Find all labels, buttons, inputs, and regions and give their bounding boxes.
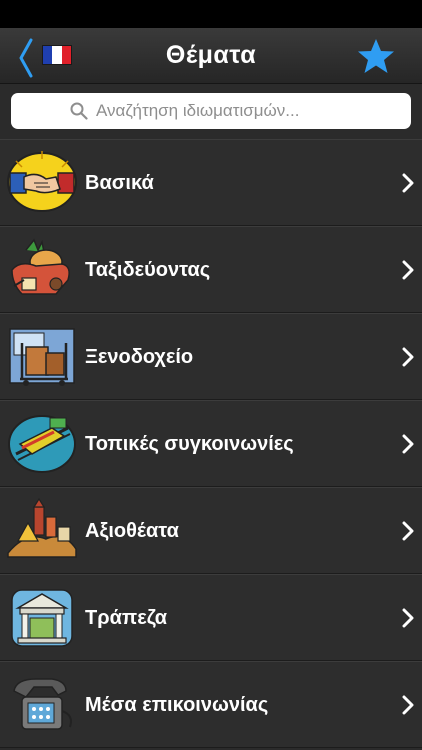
topic-label: Ξενοδοχείο — [85, 346, 194, 368]
chevron-right-icon — [402, 434, 414, 454]
topic-row-sights[interactable]: Αξιοθέατα — [0, 487, 422, 574]
topic-label: Τοπικές συγκοινωνίες — [85, 433, 294, 455]
topic-label: Τράπεζα — [85, 607, 168, 629]
search-input[interactable] — [96, 101, 352, 121]
bank-icon — [11, 589, 73, 647]
topic-label: Βασικά — [85, 172, 154, 194]
search-field[interactable] — [11, 93, 411, 129]
topics-list: Βασικά Ταξιδεύοντας Ξενοδοχείο Τοπικές σ… — [0, 139, 422, 748]
chevron-right-icon — [402, 260, 414, 280]
landmarks-icon — [7, 497, 77, 558]
chevron-right-icon — [402, 521, 414, 541]
handshake-icon — [7, 151, 77, 212]
topic-row-bank[interactable]: Τράπεζα — [0, 574, 422, 661]
search-bar — [0, 85, 422, 139]
chevron-right-icon — [402, 173, 414, 193]
topic-row-communications[interactable]: Μέσα επικοινωνίας — [0, 661, 422, 748]
chevron-right-icon — [402, 608, 414, 628]
telephone-icon — [13, 678, 72, 730]
hotel-luggage-cart-icon — [9, 328, 75, 386]
topic-row-traveling[interactable]: Ταξιδεύοντας — [0, 226, 422, 313]
star-icon — [358, 39, 394, 73]
status-bar — [0, 0, 422, 28]
topic-row-local-transport[interactable]: Τοπικές συγκοινωνίες — [0, 400, 422, 487]
topic-label: Ταξιδεύοντας — [85, 259, 211, 281]
favorites-star-button[interactable] — [356, 36, 396, 76]
french-flag-icon — [42, 45, 72, 65]
back-chevron-icon — [19, 38, 33, 78]
topic-label: Αξιοθέατα — [85, 520, 179, 542]
topic-row-hotel[interactable]: Ξενοδοχείο — [0, 313, 422, 400]
chevron-right-icon — [402, 695, 414, 715]
chevron-right-icon — [402, 347, 414, 367]
train-icon — [8, 415, 76, 473]
back-button[interactable] — [14, 36, 80, 78]
travel-basket-icon — [11, 238, 70, 295]
search-icon — [70, 102, 88, 120]
topic-label: Μέσα επικοινωνίας — [85, 694, 269, 716]
topic-row-basics[interactable]: Βασικά — [0, 139, 422, 226]
navigation-bar: Θέματα — [0, 28, 422, 84]
